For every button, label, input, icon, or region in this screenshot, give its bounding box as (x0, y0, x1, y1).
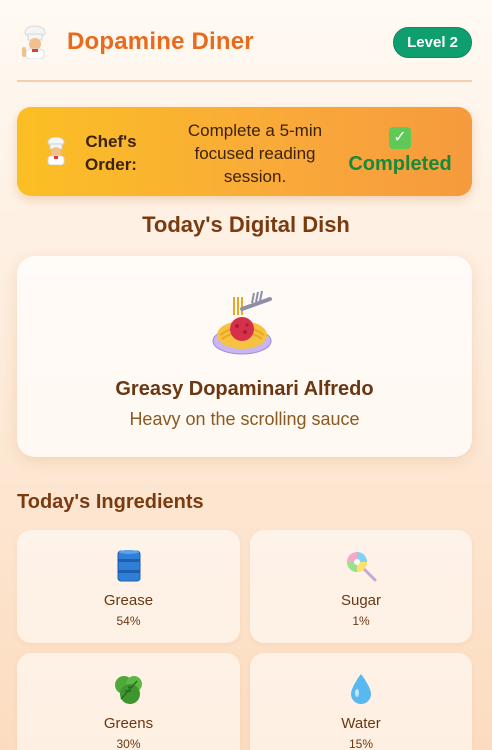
ingredients-title: Today's Ingredients (17, 491, 204, 513)
dish-name: Greasy Dopaminari Alfredo (115, 378, 374, 400)
ingredient-card-greens[interactable]: Greens 30% (17, 653, 240, 750)
chef-order-banner: Chef's Order: Complete a 5-min focused r… (17, 107, 472, 196)
dish-description: Heavy on the scrolling sauce (129, 409, 360, 429)
header-divider (17, 80, 472, 82)
order-text: Complete a 5-min focused reading session… (187, 121, 323, 186)
ingredient-percent: 30% (116, 737, 141, 750)
ingredient-card-grease[interactable]: Grease 54% (17, 530, 240, 643)
droplet-icon (250, 673, 472, 705)
ingredient-name: Greens (103, 715, 154, 732)
spaghetti-icon (212, 290, 276, 362)
chef-icon (17, 24, 53, 60)
ingredients-grid: Grease 54% Sugar 1% Greens 30% Water 15% (17, 530, 472, 750)
order-label: Chef's Order: (85, 132, 137, 174)
app-title: Dopamine Diner (67, 28, 254, 55)
ingredient-percent: 15% (348, 737, 374, 750)
level-badge: Level 2 (393, 26, 472, 58)
leafy-greens-icon (17, 673, 240, 705)
dish-card[interactable]: Greasy Dopaminari Alfredo Heavy on the s… (17, 256, 472, 457)
ingredient-name: Water (341, 715, 381, 732)
chef-icon (44, 136, 68, 170)
ingredient-percent: 54% (116, 614, 141, 628)
lollipop-icon (250, 550, 472, 582)
brand: Dopamine Diner (17, 24, 254, 60)
ingredient-percent: 1% (352, 614, 370, 628)
header: Dopamine Diner Level 2 (17, 22, 472, 62)
dish-section-title: Today's Digital Dish (142, 212, 350, 237)
oil-barrel-icon (17, 550, 240, 582)
check-icon: ✓ (389, 127, 411, 149)
ingredient-name: Grease (103, 592, 154, 609)
ingredient-card-sugar[interactable]: Sugar 1% (250, 530, 472, 643)
status-text: Completed (348, 153, 452, 175)
order-status: ✓ Completed (345, 127, 455, 176)
ingredient-card-water[interactable]: Water 15% (250, 653, 472, 750)
ingredient-name: Sugar (340, 592, 382, 609)
